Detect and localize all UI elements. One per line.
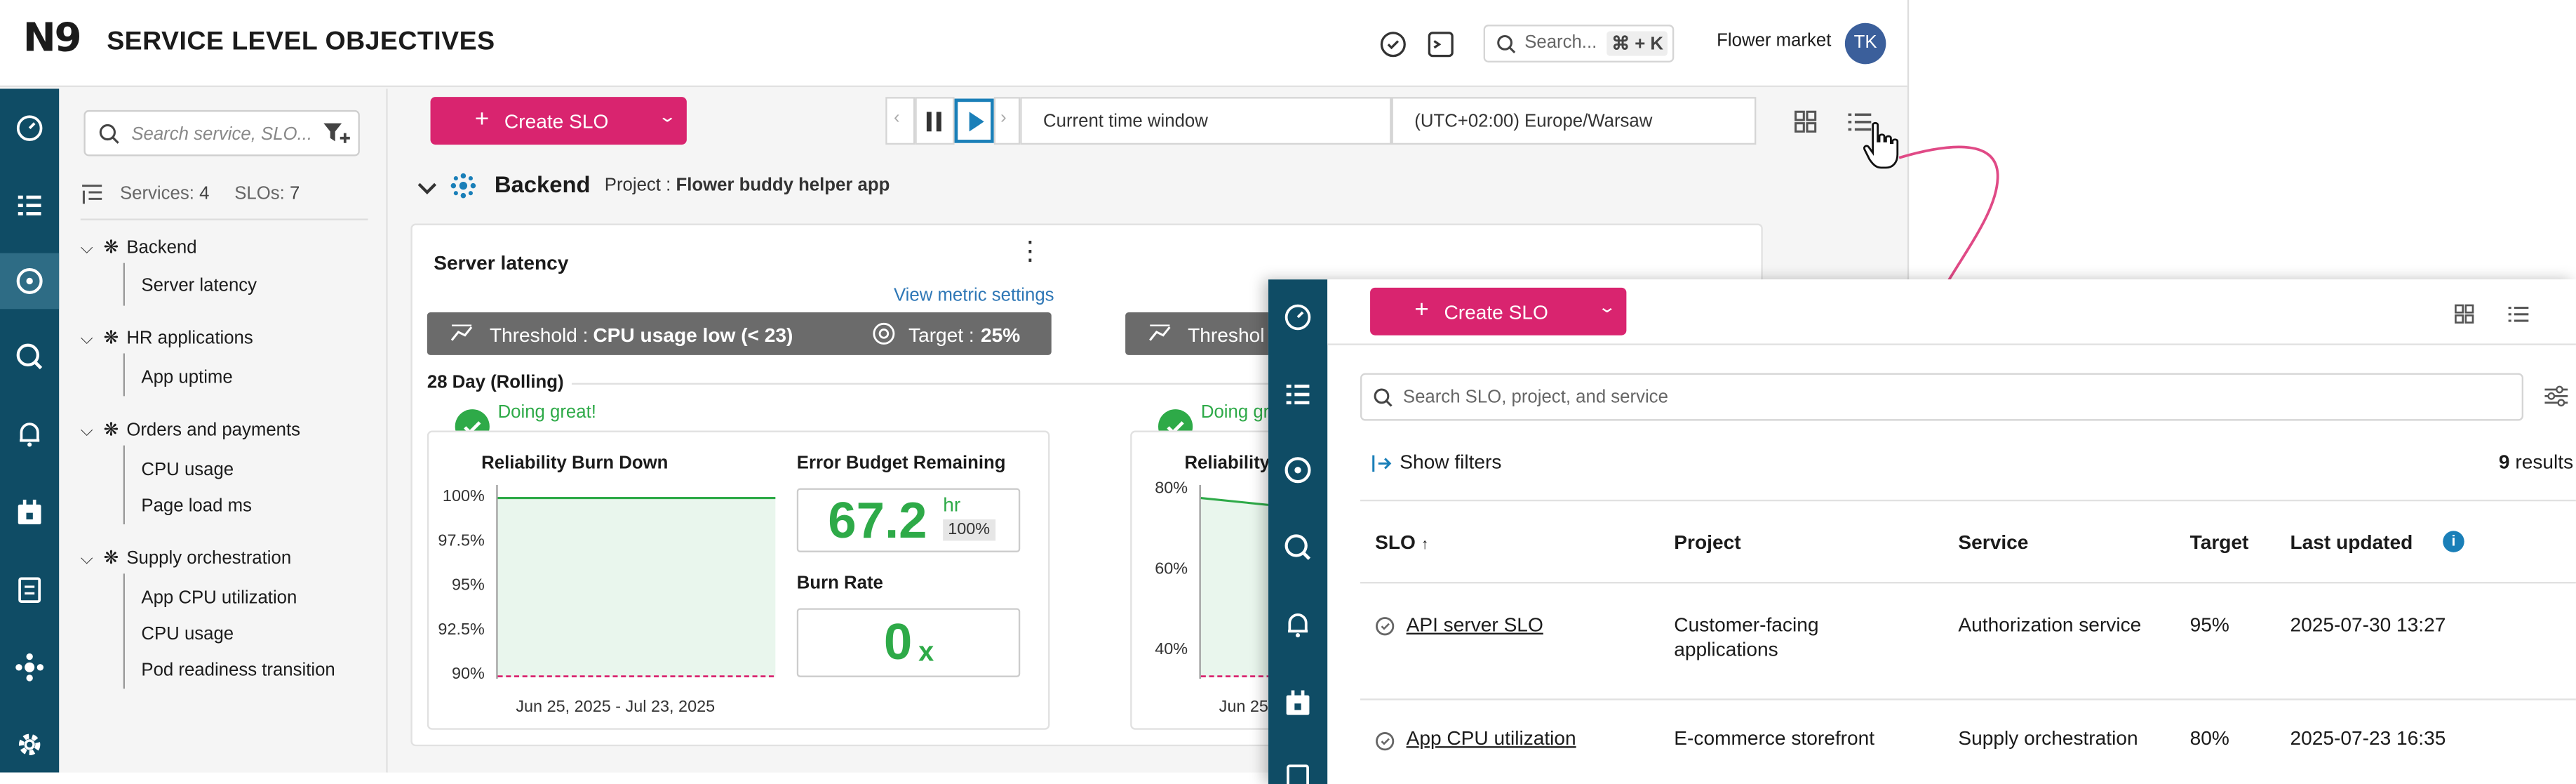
- table-cell-target: 95%: [2189, 613, 2229, 637]
- results-number: 9: [2498, 450, 2510, 474]
- report-icon[interactable]: [1282, 761, 1315, 784]
- info-icon[interactable]: i: [2443, 531, 2464, 552]
- column-header-project[interactable]: Project: [1674, 531, 1740, 554]
- slo-icon: [1376, 617, 1395, 636]
- table-cell-service: Supply orchestration: [1958, 726, 2138, 750]
- sidebar-rail: [1268, 279, 1328, 784]
- divider: [1360, 581, 2576, 584]
- column-header-slo[interactable]: SLO ↑: [1375, 531, 1428, 554]
- slo-search-input[interactable]: Search SLO, project, and service: [1360, 373, 2524, 421]
- slo-link-app-cpu-utilization[interactable]: App CPU utilization: [1407, 726, 1576, 751]
- slo-list-window: + Create SLO ⌄ Search SLO, project, and …: [1268, 279, 2576, 784]
- create-slo-button[interactable]: + Create SLO ⌄: [1370, 287, 1627, 335]
- dashboard-icon[interactable]: [1282, 301, 1315, 334]
- column-header-service[interactable]: Service: [1958, 531, 2028, 554]
- list-icon[interactable]: [1282, 378, 1315, 411]
- plus-icon: +: [1414, 295, 1429, 324]
- results-count: 9 results: [2499, 451, 2573, 474]
- results-label: results: [2515, 450, 2574, 474]
- expand-filters-icon[interactable]: [1371, 453, 1392, 473]
- slo-link-api-server-slo[interactable]: API server SLO: [1407, 613, 1543, 637]
- table-cell-project: E-commerce storefront: [1674, 726, 1875, 750]
- bell-icon[interactable]: [1282, 608, 1315, 641]
- overlay-toolbar: + Create SLO ⌄: [1327, 279, 2576, 345]
- create-slo-label: Create SLO: [1444, 300, 1548, 324]
- show-filters-button[interactable]: Show filters: [1400, 451, 1501, 474]
- column-header-target[interactable]: Target: [2190, 531, 2249, 554]
- calendar-icon[interactable]: [1282, 687, 1315, 720]
- hand-cursor-icon: [1863, 121, 1899, 169]
- sort-ascending-icon: ↑: [1421, 536, 1429, 552]
- table-cell-last-updated: 2025-07-23 16:35: [2290, 726, 2446, 750]
- column-header-last-updated[interactable]: Last updated: [2290, 531, 2413, 554]
- grid-view-icon[interactable]: [2453, 303, 2476, 326]
- slo-search-placeholder: Search SLO, project, and service: [1402, 387, 1668, 408]
- slo-icon: [1376, 732, 1395, 751]
- table-cell-last-updated: 2025-07-30 13:27: [2290, 613, 2446, 637]
- table-cell-target: 80%: [2189, 726, 2229, 750]
- table-cell-service: Authorization service: [1958, 613, 2142, 637]
- chevron-down-icon: ⌄: [1597, 299, 1617, 317]
- divider: [1360, 698, 2576, 700]
- table-cell-project: Customer-facing applications: [1674, 613, 1819, 661]
- divider: [1360, 499, 2576, 502]
- filter-settings-icon[interactable]: [2543, 385, 2569, 408]
- query-icon[interactable]: [1282, 531, 1315, 564]
- search-icon: [1374, 388, 1393, 407]
- list-view-icon[interactable]: [2507, 303, 2530, 326]
- slo-icon[interactable]: [1282, 453, 1315, 486]
